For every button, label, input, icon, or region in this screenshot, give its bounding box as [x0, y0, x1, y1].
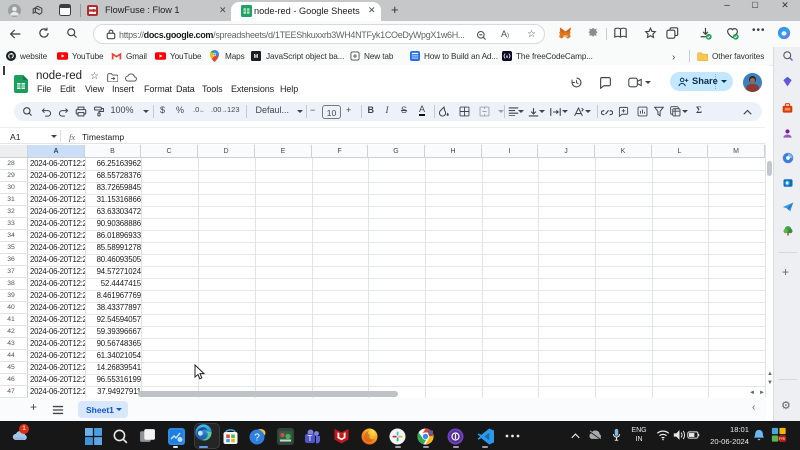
- svg-text:T: T: [308, 434, 313, 443]
- svg-text:FRI: FRI: [779, 436, 785, 441]
- svg-text:?: ?: [254, 433, 260, 444]
- svg-text:M: M: [254, 54, 259, 60]
